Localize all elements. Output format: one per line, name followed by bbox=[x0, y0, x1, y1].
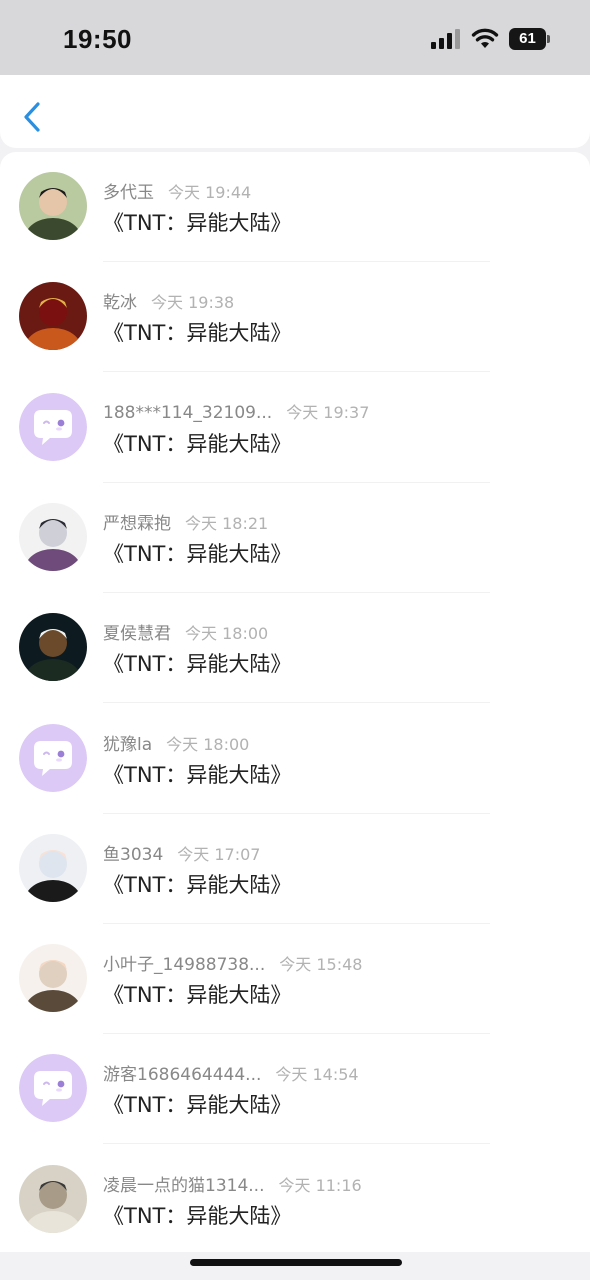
username[interactable]: 多代玉 bbox=[103, 183, 154, 203]
username[interactable]: 游客1686464444... bbox=[103, 1065, 261, 1085]
avatar[interactable] bbox=[19, 944, 87, 1013]
timestamp: 今天 15:48 bbox=[279, 955, 363, 975]
username[interactable]: 凌晨一点的猫1314... bbox=[103, 1176, 264, 1196]
status-bar: 19:50 61 bbox=[0, 0, 590, 75]
message-text: 《TNT：异能大陆》 bbox=[103, 652, 292, 677]
default-avatar[interactable] bbox=[19, 392, 87, 461]
timestamp: 今天 19:37 bbox=[286, 402, 370, 422]
timestamp: 今天 18:00 bbox=[185, 624, 269, 644]
name-line: 小叶子_14988738... 今天 15:48 bbox=[103, 950, 363, 975]
name-line: 188***114_32109... 今天 19:37 bbox=[103, 399, 369, 423]
name-line: 夏侯慧君 今天 18:00 bbox=[103, 619, 269, 644]
message-text: 《TNT：异能大陆》 bbox=[103, 321, 292, 346]
list-item[interactable]: 犹豫la 今天 18:00 《TNT：异能大陆》 bbox=[0, 704, 590, 814]
timestamp: 今天 17:07 bbox=[177, 844, 261, 864]
name-line: 鱼3034 今天 17:07 bbox=[103, 840, 261, 865]
avatar[interactable] bbox=[19, 172, 87, 240]
username[interactable]: 犹豫la bbox=[103, 735, 152, 755]
name-line: 多代玉 今天 19:44 bbox=[103, 178, 252, 203]
message-text: 《TNT：异能大陆》 bbox=[103, 431, 292, 456]
home-indicator[interactable] bbox=[190, 1259, 402, 1266]
chevron-left-icon bbox=[24, 102, 40, 132]
name-line: 严想霖抱 今天 18:21 bbox=[103, 509, 269, 534]
cellular-signal-icon bbox=[431, 29, 460, 49]
username[interactable]: 小叶子_14988738... bbox=[103, 955, 265, 975]
battery-level: 61 bbox=[509, 28, 546, 50]
username[interactable]: 鱼3034 bbox=[103, 845, 163, 865]
message-text: 《TNT：异能大陆》 bbox=[103, 983, 292, 1008]
message-text: 《TNT：异能大陆》 bbox=[103, 1203, 292, 1228]
avatar[interactable] bbox=[19, 1164, 87, 1233]
list-item[interactable]: 多代玉 今天 19:44 《TNT：异能大陆》 bbox=[0, 152, 590, 262]
list-item[interactable]: 鱼3034 今天 17:07 《TNT：异能大陆》 bbox=[0, 814, 590, 924]
name-line: 凌晨一点的猫1314... 今天 11:16 bbox=[103, 1171, 362, 1196]
message-text: 《TNT：异能大陆》 bbox=[103, 762, 292, 787]
message-text: 《TNT：异能大陆》 bbox=[103, 1093, 292, 1118]
message-text: 《TNT：异能大陆》 bbox=[103, 541, 292, 566]
wifi-icon bbox=[471, 28, 499, 48]
list-item[interactable]: 乾冰 今天 19:38 《TNT：异能大陆》 bbox=[0, 262, 590, 373]
message-list: 多代玉 今天 19:44 《TNT：异能大陆》 乾冰 今天 19:38 《TNT：异能大陆… bbox=[0, 152, 590, 1255]
name-line: 游客1686464444... 今天 14:54 bbox=[103, 1060, 359, 1085]
message-text: 《TNT：异能大陆》 bbox=[103, 211, 292, 235]
home-area bbox=[0, 1252, 590, 1280]
list-item[interactable]: 严想霖抱 今天 18:21 《TNT：异能大陆》 bbox=[0, 483, 590, 593]
timestamp: 今天 11:16 bbox=[278, 1175, 362, 1195]
battery-icon: 61 bbox=[509, 28, 551, 50]
timestamp: 今天 18:21 bbox=[185, 513, 269, 533]
list-item[interactable]: 游客1686464444... 今天 14:54 《TNT：异能大陆》 bbox=[0, 1034, 590, 1145]
timestamp: 今天 18:00 bbox=[166, 734, 250, 754]
list-item[interactable]: 188***114_32109... 今天 19:37 《TNT：异能大陆》 bbox=[0, 373, 590, 483]
timestamp: 今天 19:38 bbox=[151, 293, 235, 313]
username[interactable]: 188***114_32109... bbox=[103, 403, 272, 423]
name-line: 乾冰 今天 19:38 bbox=[103, 288, 235, 313]
avatar[interactable] bbox=[19, 502, 87, 571]
list-item[interactable]: 凌晨一点的猫1314... 今天 11:16 《TNT：异能大陆》 bbox=[0, 1145, 590, 1255]
username[interactable]: 乾冰 bbox=[103, 293, 137, 313]
username[interactable]: 夏侯慧君 bbox=[103, 624, 171, 644]
status-time: 19:50 bbox=[63, 24, 132, 54]
avatar[interactable] bbox=[19, 282, 87, 351]
default-avatar[interactable] bbox=[19, 1054, 87, 1123]
username[interactable]: 严想霖抱 bbox=[103, 514, 171, 534]
default-avatar[interactable] bbox=[19, 723, 87, 792]
avatar[interactable] bbox=[19, 833, 87, 902]
list-item[interactable]: 小叶子_14988738... 今天 15:48 《TNT：异能大陆》 bbox=[0, 924, 590, 1035]
message-text: 《TNT：异能大陆》 bbox=[103, 872, 292, 897]
back-button[interactable] bbox=[18, 99, 48, 135]
timestamp: 今天 14:54 bbox=[275, 1065, 359, 1085]
timestamp: 今天 19:44 bbox=[168, 183, 252, 202]
list-item[interactable]: 夏侯慧君 今天 18:00 《TNT：异能大陆》 bbox=[0, 593, 590, 704]
name-line: 犹豫la 今天 18:00 bbox=[103, 730, 250, 755]
avatar[interactable] bbox=[19, 613, 87, 682]
nav-bar bbox=[0, 75, 590, 148]
